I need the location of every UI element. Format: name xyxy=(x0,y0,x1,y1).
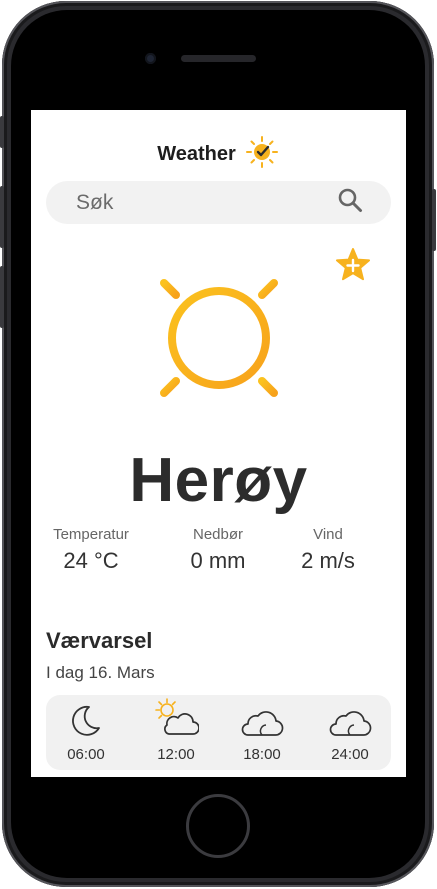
earpiece-speaker xyxy=(181,55,256,62)
forecast-hour[interactable]: 12:00 xyxy=(146,698,206,763)
power-button xyxy=(432,189,436,251)
stat-wind: Vind 2 m/s xyxy=(268,526,388,574)
forecast-panel: 06:00 12:00 18:00 24:00 xyxy=(46,695,391,770)
city-name: Herøy xyxy=(129,446,308,515)
stat-precipitation: Nedbør 0 mm xyxy=(158,526,278,574)
forecast-date: I dag 16. Mars xyxy=(46,663,155,682)
forecast-hour[interactable]: 18:00 xyxy=(232,703,292,763)
app-header: Weather xyxy=(31,136,406,173)
stat-value: 24 °C xyxy=(63,548,119,573)
forecast-hour[interactable]: 06:00 xyxy=(56,703,116,763)
forecast-time: 18:00 xyxy=(243,746,281,763)
cloud-icon xyxy=(328,706,372,743)
stat-value: 0 mm xyxy=(190,548,246,573)
sun-check-logo-icon xyxy=(244,136,280,173)
search-bar[interactable] xyxy=(46,181,391,224)
sun-icon xyxy=(129,248,309,433)
forecast-time: 06:00 xyxy=(67,746,105,763)
forecast-title: Værvarsel xyxy=(46,628,153,653)
volume-up-button xyxy=(0,186,4,248)
forecast-time: 12:00 xyxy=(157,746,195,763)
cloud-icon xyxy=(240,706,284,743)
search-icon[interactable] xyxy=(337,187,363,218)
forecast-hour[interactable]: 24:00 xyxy=(320,703,380,763)
front-camera xyxy=(145,53,156,64)
moon-icon xyxy=(68,702,104,743)
app-screen: Weather Søk Herøy Temperatur 24 °C Nedbø… xyxy=(31,110,406,777)
partly-sunny-icon xyxy=(153,698,200,743)
search-input[interactable] xyxy=(76,190,296,215)
stat-label: Nedbør xyxy=(192,526,244,543)
stat-value: 2 m/s xyxy=(301,548,355,573)
stat-label: Temperatur xyxy=(53,526,129,543)
volume-down-button xyxy=(0,266,4,328)
forecast-time: 24:00 xyxy=(331,746,369,763)
home-button[interactable] xyxy=(186,794,250,858)
stat-temperature: Temperatur 24 °C xyxy=(31,526,151,574)
star-plus-icon[interactable] xyxy=(334,247,372,288)
stat-label: Vind xyxy=(313,526,343,543)
app-title: Weather xyxy=(157,143,236,165)
mute-switch xyxy=(0,116,4,148)
